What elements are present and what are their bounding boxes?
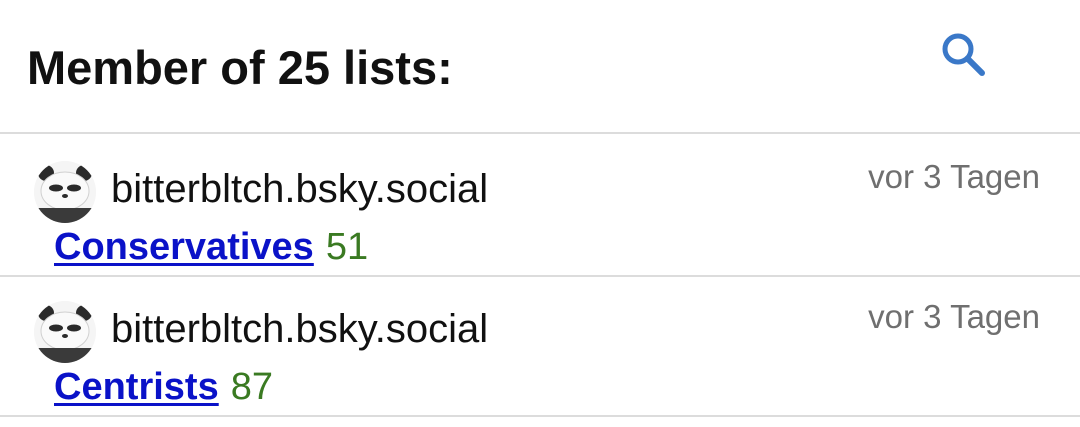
list-link-conservatives[interactable]: Conservatives bbox=[54, 226, 314, 268]
panda-avatar-icon bbox=[34, 161, 96, 223]
list-item: bitterbltch.bsky.social vor 3 Tagen Cons… bbox=[0, 137, 1080, 277]
avatar[interactable] bbox=[34, 161, 96, 223]
list-timestamp: vor 3 Tagen bbox=[868, 298, 1040, 335]
list-item: bitterbltch.bsky.social vor 3 Tagen Cent… bbox=[0, 277, 1080, 417]
list-member-count: 51 bbox=[325, 226, 369, 268]
list-link-centrists[interactable]: Centrists bbox=[54, 366, 219, 408]
search-button[interactable] bbox=[930, 22, 996, 88]
list-author[interactable]: bitterbltch.bsky.social bbox=[111, 165, 488, 213]
list-title-line: Conservatives 51 bbox=[54, 225, 368, 277]
avatar[interactable] bbox=[34, 301, 96, 363]
list-author[interactable]: bitterbltch.bsky.social bbox=[111, 305, 488, 353]
page-title: Member of 25 lists: bbox=[27, 41, 453, 94]
search-icon bbox=[942, 33, 985, 76]
page-header: Member of 25 lists: bbox=[0, 0, 1080, 134]
list-title-line: Centrists 87 bbox=[54, 365, 273, 417]
panda-avatar-icon bbox=[34, 301, 96, 363]
list-member-count: 87 bbox=[230, 366, 273, 408]
list-timestamp: vor 3 Tagen bbox=[868, 158, 1040, 195]
